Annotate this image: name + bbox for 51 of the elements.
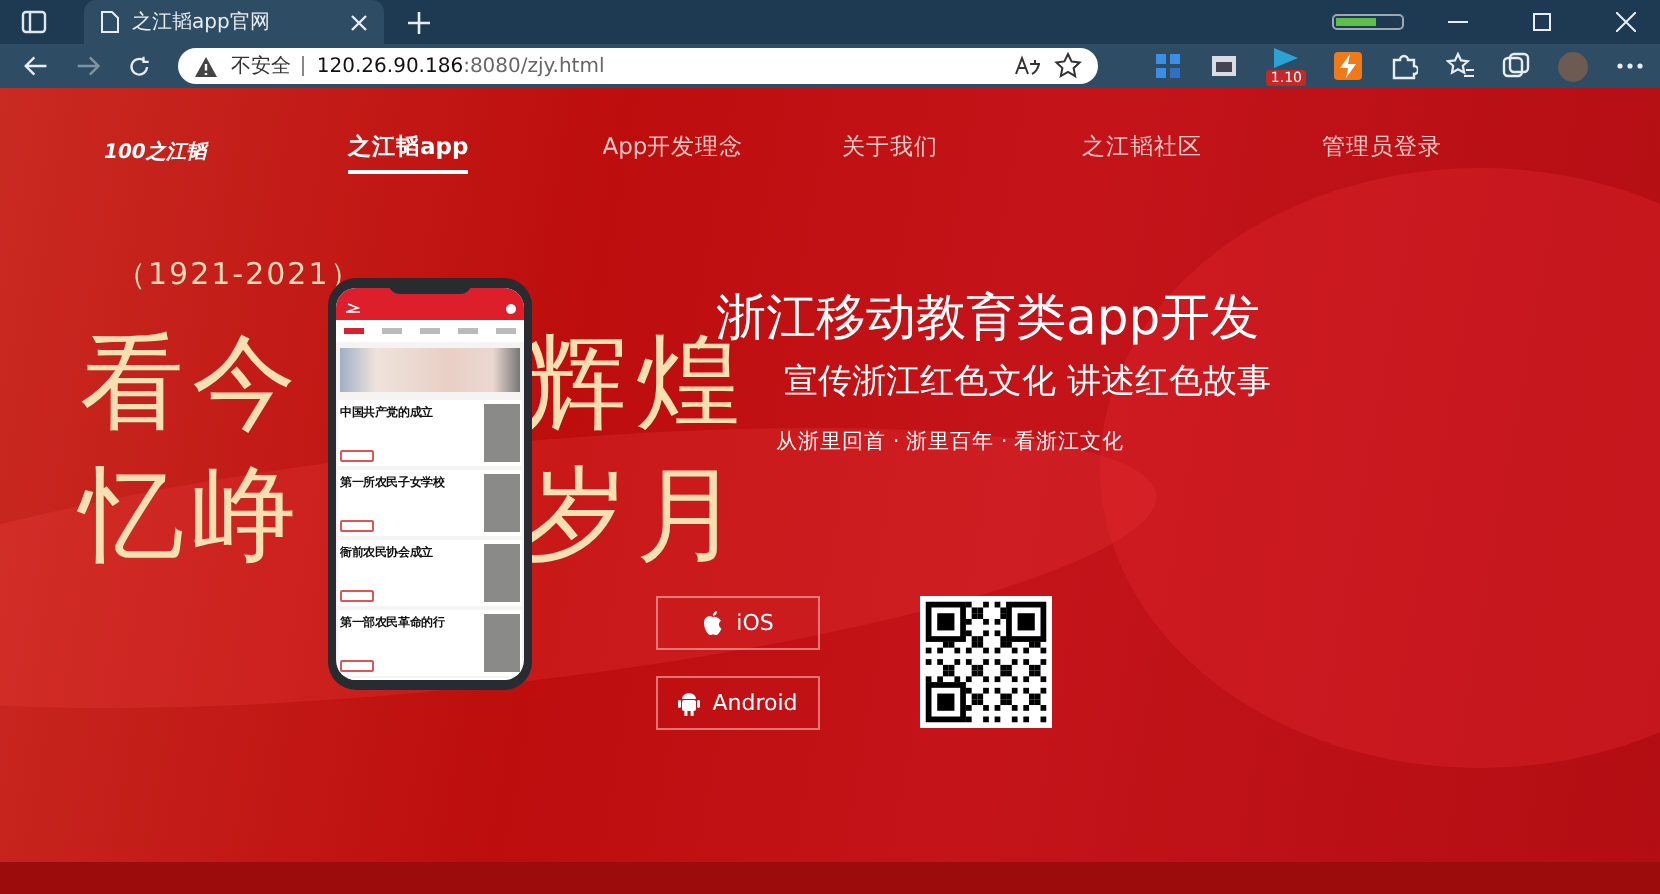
nav-link[interactable]: 之江韬app <box>348 131 469 173</box>
qr-code <box>920 596 1052 728</box>
app-logo-icon <box>344 302 362 314</box>
android-icon <box>678 690 701 716</box>
browser-tab[interactable]: 之江韬app官网 <box>84 0 384 44</box>
photo-placeholder <box>484 614 520 672</box>
puzzle-icon[interactable] <box>1390 52 1418 80</box>
site-logo[interactable]: 100之江韬 <box>104 138 348 166</box>
download-button[interactable]: iOS <box>656 596 820 650</box>
back-icon[interactable] <box>24 54 49 78</box>
extension-window-icon[interactable] <box>1210 52 1239 80</box>
new-tab-icon[interactable] <box>408 11 430 33</box>
photo-placeholder <box>484 474 520 532</box>
download-button[interactable]: Android <box>656 676 820 730</box>
lightning-icon[interactable] <box>1334 52 1362 80</box>
photo-placeholder <box>484 404 520 462</box>
warning-icon <box>194 55 219 77</box>
page-icon <box>100 10 120 34</box>
favorite-star-icon[interactable] <box>1054 52 1083 80</box>
more-icon[interactable] <box>1616 62 1644 70</box>
nav-link[interactable]: 关于我们 <box>842 131 1083 173</box>
tag-chip <box>340 660 374 672</box>
hero-subtitle: 宣传浙江红色文化 讲述红色故事 <box>784 360 1271 404</box>
favorites-icon[interactable] <box>1446 52 1474 80</box>
tag-chip <box>340 450 374 462</box>
collections-icon[interactable] <box>1502 52 1530 80</box>
hero-tagline: 从浙里回首 · 浙里百年 · 看浙江文化 <box>776 428 1127 456</box>
slogan-text: 岁月 <box>524 464 748 568</box>
url-text: 120.26.90.186:8080/zjy.html <box>316 55 605 77</box>
maximize-icon[interactable] <box>1532 12 1552 32</box>
close-icon[interactable] <box>350 13 368 31</box>
security-label: 不安全 <box>230 53 291 80</box>
read-aloud-icon[interactable] <box>1014 54 1043 78</box>
user-icon[interactable] <box>506 304 516 314</box>
slogan-text: 看今 <box>80 332 304 436</box>
nav-link[interactable]: 管理员登录 <box>1322 131 1563 173</box>
reload-icon[interactable] <box>128 53 151 79</box>
apple-icon <box>702 610 725 636</box>
tag-chip <box>340 590 374 602</box>
tab-actions-icon[interactable] <box>20 8 48 36</box>
forward-icon[interactable] <box>76 54 101 78</box>
slogan-text: 忆峥 <box>80 464 304 568</box>
photo-placeholder <box>484 544 520 602</box>
address-bar[interactable]: 不安全 120.26.90.186:8080/zjy.html <box>178 48 1099 84</box>
close-window-icon[interactable] <box>1616 12 1636 32</box>
tag-chip <box>340 520 374 532</box>
battery-icon <box>1332 14 1408 30</box>
extension-grid-icon[interactable] <box>1154 52 1183 80</box>
app-tab[interactable] <box>344 328 365 334</box>
nav-link[interactable]: App开发理念 <box>602 131 843 173</box>
nav-link[interactable]: 之江韬社区 <box>1082 131 1323 173</box>
